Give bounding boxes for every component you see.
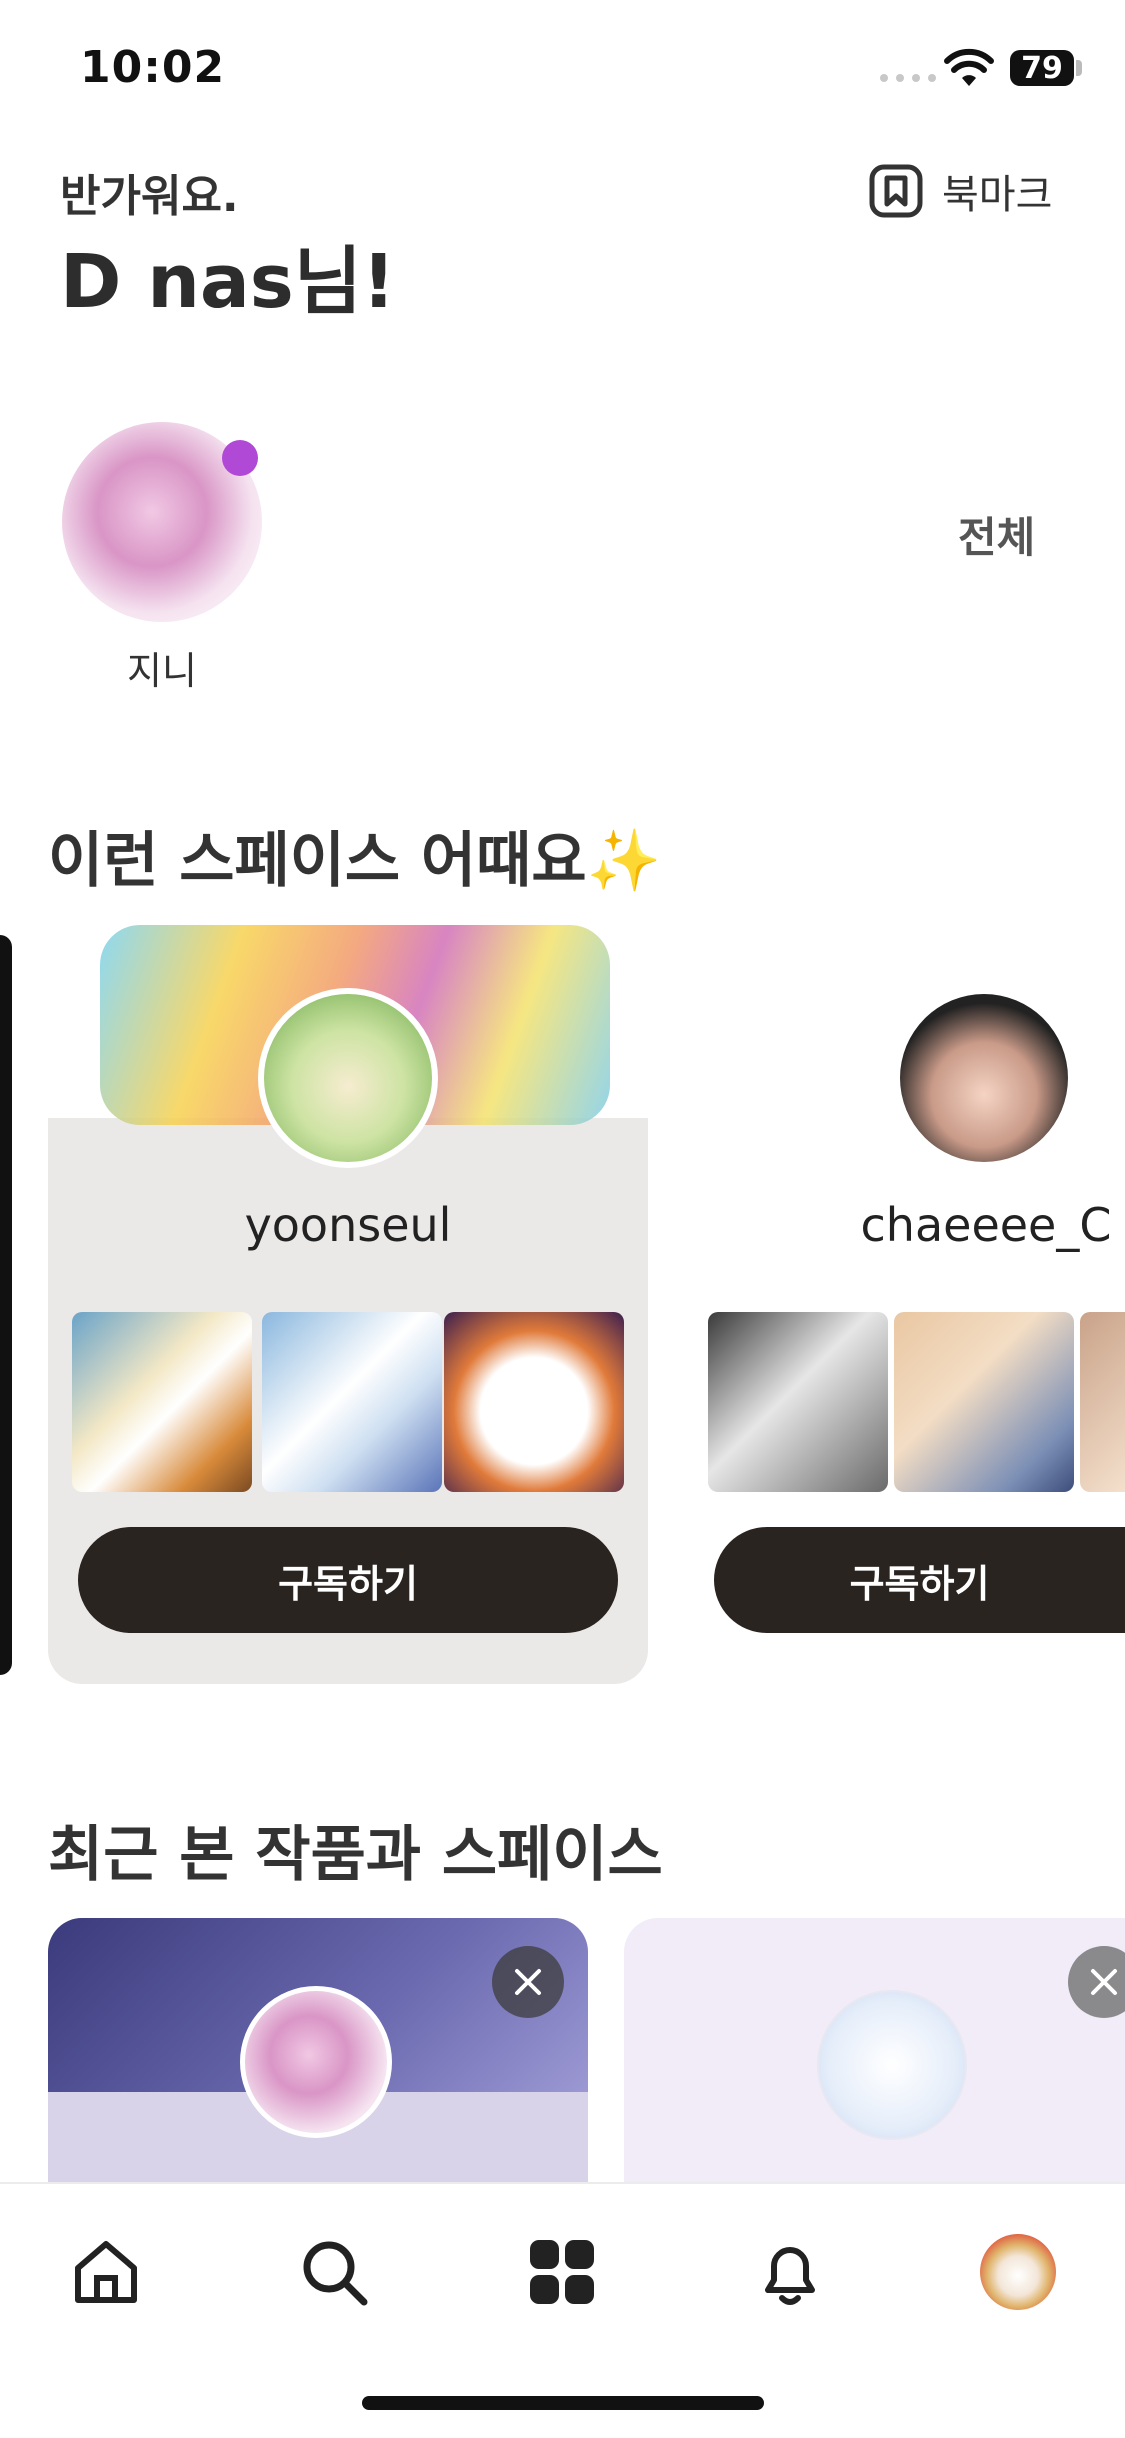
status-time: 10:02 <box>80 42 226 93</box>
recent-section-title: 최근 본 작품과 스페이스 <box>48 1820 663 1890</box>
recent-avatar <box>240 1986 392 2138</box>
artwork-thumbnail[interactable] <box>894 1312 1074 1492</box>
card-avatar <box>900 994 1068 1162</box>
bookmark-label: 북마크 <box>942 172 1053 218</box>
artwork-thumbnail[interactable] <box>72 1312 252 1492</box>
greeting-title: D nas님! <box>60 239 396 325</box>
card-avatar <box>258 988 438 1168</box>
card-name: yoonseul <box>244 1198 452 1252</box>
signal-dots-icon <box>880 74 936 82</box>
card-name: chaeeee_C <box>860 1198 1112 1252</box>
artwork-thumbnail[interactable] <box>1080 1312 1125 1492</box>
close-icon <box>1091 1969 1117 1995</box>
new-content-dot <box>222 440 258 476</box>
artwork-thumbnail[interactable] <box>262 1312 442 1492</box>
remove-recent-button[interactable] <box>1068 1946 1125 2018</box>
nav-grid[interactable] <box>524 2234 600 2310</box>
nav-search[interactable] <box>296 2234 372 2310</box>
grid-icon <box>530 2240 594 2304</box>
battery-cap <box>1076 60 1082 76</box>
remove-recent-button[interactable] <box>492 1946 564 2018</box>
nav-home[interactable] <box>68 2234 144 2310</box>
prev-card-edge <box>0 935 12 1675</box>
greeting-subtitle: 반가워요. <box>60 171 239 222</box>
recommend-section-title: 이런 스페이스 어때요✨ <box>48 826 662 896</box>
artwork-thumbnail[interactable] <box>708 1312 888 1492</box>
subscribe-button[interactable]: 구독하기 <box>78 1527 618 1633</box>
nav-profile[interactable] <box>980 2234 1056 2310</box>
bookmark-icon <box>869 164 923 218</box>
home-icon <box>75 2241 137 2303</box>
battery-indicator: 79 <box>1010 50 1074 86</box>
search-icon <box>303 2241 368 2306</box>
home-indicator <box>362 2396 764 2410</box>
recent-avatar <box>817 1990 967 2140</box>
nav-notifications[interactable] <box>752 2234 828 2310</box>
view-all-button[interactable]: 전체 <box>958 504 1035 565</box>
bookmark-button[interactable]: 북마크 <box>868 162 1052 220</box>
wifi-icon <box>944 48 994 86</box>
close-icon <box>515 1969 541 1995</box>
subscribe-button[interactable]: 구독하기 <box>714 1527 1125 1633</box>
subscription-name: 지니 <box>127 649 197 693</box>
profile-avatar <box>980 2234 1056 2310</box>
bell-icon <box>765 2247 815 2305</box>
artwork-thumbnail[interactable] <box>444 1312 624 1492</box>
